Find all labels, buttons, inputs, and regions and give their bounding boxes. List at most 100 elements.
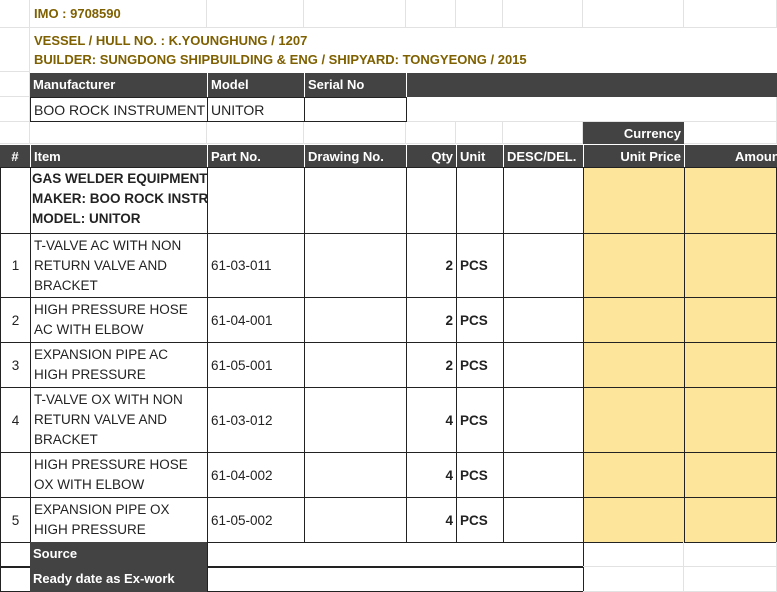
row-desc[interactable] <box>503 452 584 498</box>
row-amount[interactable] <box>684 342 777 388</box>
row-item[interactable]: HIGH PRESSURE HOSE OX WITH ELBOW <box>30 452 208 498</box>
row-unit[interactable]: PCS <box>456 497 504 543</box>
footer-num-cell[interactable] <box>0 567 31 592</box>
row-drawing[interactable] <box>304 387 407 453</box>
group-price-cell[interactable] <box>583 167 685 234</box>
row-unit-price[interactable] <box>583 497 685 543</box>
row-amount[interactable] <box>684 497 777 543</box>
row-amount[interactable] <box>684 452 777 498</box>
row-num[interactable] <box>0 452 31 498</box>
row-unit-text: PCS <box>460 467 488 483</box>
row-desc[interactable] <box>503 297 584 343</box>
row-qty[interactable]: 4 <box>406 497 457 543</box>
grid-cell[interactable] <box>583 0 684 28</box>
grid-cell[interactable] <box>684 567 777 592</box>
row-desc[interactable] <box>503 387 584 453</box>
group-drawing-cell[interactable] <box>304 167 407 234</box>
grid-cell[interactable] <box>684 542 777 567</box>
ready-date-value[interactable] <box>207 567 584 592</box>
grid-cell[interactable] <box>456 122 503 144</box>
grid-cell[interactable] <box>0 97 30 122</box>
row-item-text: EXPANSION PIPE OX HIGH PRESSURE <box>34 502 170 537</box>
row-part-no[interactable]: 61-04-001 <box>207 297 305 343</box>
row-amount[interactable] <box>684 233 777 298</box>
row-part-no[interactable]: 61-05-002 <box>207 497 305 543</box>
group-part-cell[interactable] <box>207 167 305 234</box>
row-drawing[interactable] <box>304 497 407 543</box>
grid-cell[interactable] <box>406 97 777 122</box>
row-qty[interactable]: 4 <box>406 387 457 453</box>
grid-cell[interactable] <box>207 0 304 28</box>
grid-cell[interactable] <box>583 567 684 592</box>
row-unit-price[interactable] <box>583 452 685 498</box>
grid-cell[interactable] <box>406 122 456 144</box>
row-qty[interactable]: 2 <box>406 342 457 388</box>
group-desc-cell[interactable] <box>503 167 584 234</box>
group-amount-cell[interactable] <box>684 167 777 234</box>
row-unit[interactable]: PCS <box>456 297 504 343</box>
group-cell[interactable]: GAS WELDER EQUIPMENT MAKER: BOO ROCK INS… <box>30 167 208 234</box>
row-item[interactable]: EXPANSION PIPE AC HIGH PRESSURE <box>30 342 208 388</box>
row-amount[interactable] <box>684 387 777 453</box>
grid-cell[interactable] <box>583 542 684 567</box>
group-unit-cell[interactable] <box>456 167 504 234</box>
row-item[interactable]: HIGH PRESSURE HOSE AC WITH ELBOW <box>30 297 208 343</box>
grid-cell[interactable] <box>684 0 777 28</box>
grid-cell[interactable] <box>503 0 583 28</box>
grid-cell[interactable] <box>0 72 30 97</box>
row-unit-text: PCS <box>460 258 488 273</box>
row-part-no-text: 61-04-001 <box>211 312 273 328</box>
row-item[interactable]: T-VALVE AC WITH NON RETURN VALVE AND BRA… <box>30 233 208 298</box>
row-num[interactable]: 3 <box>0 342 31 388</box>
row-num[interactable]: 5 <box>0 497 31 543</box>
row-amount[interactable] <box>684 297 777 343</box>
grid-cell[interactable] <box>456 0 503 28</box>
row-unit-price[interactable] <box>583 297 685 343</box>
group-qty-cell[interactable] <box>406 167 457 234</box>
group-num-cell[interactable] <box>0 167 31 234</box>
grid-cell[interactable] <box>406 0 456 28</box>
row-part-no[interactable]: 61-04-002 <box>207 452 305 498</box>
row-item[interactable]: T-VALVE OX WITH NON RETURN VALVE AND BRA… <box>30 387 208 453</box>
row-drawing[interactable] <box>304 452 407 498</box>
row-unit-price[interactable] <box>583 233 685 298</box>
row-drawing[interactable] <box>304 233 407 298</box>
row-unit-price[interactable] <box>583 342 685 388</box>
grid-cell[interactable] <box>30 122 207 144</box>
row-unit[interactable]: PCS <box>456 452 504 498</box>
model-value[interactable]: UNITOR <box>207 97 305 122</box>
serial-value[interactable] <box>304 97 407 122</box>
grid-cell[interactable] <box>304 122 406 144</box>
grid-cell[interactable] <box>304 0 406 28</box>
row-qty[interactable]: 2 <box>406 297 457 343</box>
grid-cell[interactable] <box>684 122 777 144</box>
footer-num-cell[interactable] <box>0 542 31 567</box>
row-desc[interactable] <box>503 233 584 298</box>
row-desc[interactable] <box>503 342 584 388</box>
row-qty-text: 2 <box>445 258 453 273</box>
row-part-no[interactable]: 61-03-012 <box>207 387 305 453</box>
row-num[interactable]: 1 <box>0 233 31 298</box>
row-unit[interactable]: PCS <box>456 233 504 298</box>
row-num-text: 1 <box>11 258 20 273</box>
row-item[interactable]: EXPANSION PIPE OX HIGH PRESSURE <box>30 497 208 543</box>
row-unit[interactable]: PCS <box>456 387 504 453</box>
row-desc[interactable] <box>503 497 584 543</box>
manufacturer-value[interactable]: BOO ROCK INSTRUMENT <box>30 97 208 122</box>
row-drawing[interactable] <box>304 297 407 343</box>
row-part-no[interactable]: 61-05-001 <box>207 342 305 388</box>
source-value[interactable] <box>207 542 584 567</box>
grid-cell[interactable] <box>207 122 304 144</box>
grid-cell[interactable] <box>0 122 30 144</box>
row-qty[interactable]: 4 <box>406 452 457 498</box>
row-unit[interactable]: PCS <box>456 342 504 388</box>
grid-cell[interactable] <box>503 122 583 144</box>
row-drawing[interactable] <box>304 342 407 388</box>
grid-cell[interactable] <box>0 0 30 28</box>
row-unit-price[interactable] <box>583 387 685 453</box>
row-qty[interactable]: 2 <box>406 233 457 298</box>
row-num[interactable]: 2 <box>0 297 31 343</box>
grid-cell[interactable] <box>0 28 30 72</box>
row-part-no[interactable]: 61-03-011 <box>207 233 305 298</box>
row-num[interactable]: 4 <box>0 387 31 453</box>
